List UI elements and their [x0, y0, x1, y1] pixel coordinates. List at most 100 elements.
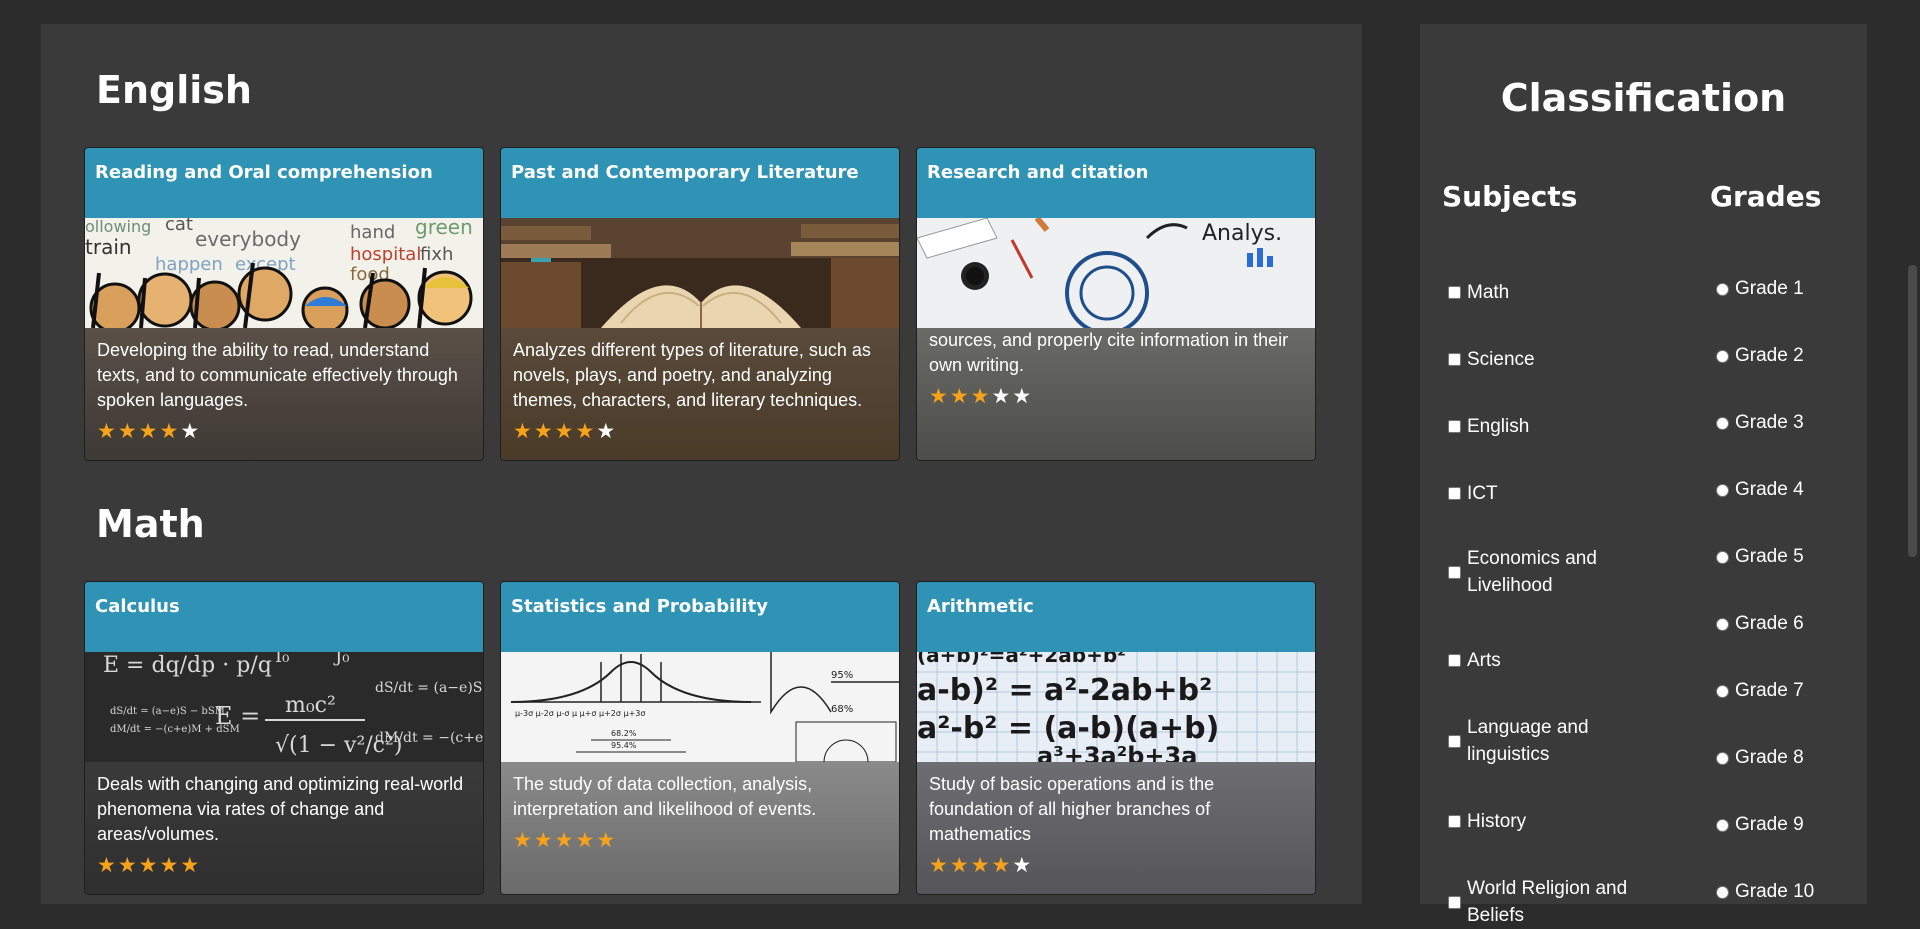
card-title: Past and Contemporary Literature [501, 148, 899, 218]
checkbox[interactable] [1448, 565, 1461, 579]
radio-button[interactable] [1716, 550, 1729, 564]
course-card-literature[interactable]: Past and Contemporary Literature Analyze… [500, 147, 900, 461]
checkbox[interactable] [1448, 734, 1461, 748]
scrollbar-thumb[interactable] [1908, 265, 1917, 557]
checkbox[interactable] [1448, 815, 1461, 828]
star-filled-icon: ★ [117, 420, 139, 443]
radio-button[interactable] [1716, 617, 1729, 631]
subject-checkbox-item[interactable]: Language and linguistics [1448, 714, 1638, 768]
grade-radio-item[interactable]: Grade 2 [1716, 345, 1804, 367]
grade-radio-item[interactable]: Grade 9 [1716, 814, 1804, 836]
grade-radio-item[interactable]: Grade 3 [1716, 412, 1804, 434]
classification-panel: Classification Subjects Grades Math Scien… [1420, 24, 1867, 926]
star-filled-icon: ★ [97, 420, 118, 443]
svg-text:μ-3σ μ-2σ μ-σ μ μ+σ μ+2σ μ+3: μ-3σ μ-2σ μ-σ μ μ+σ μ+2σ μ+3σ [515, 709, 645, 718]
grade-radio-item[interactable]: Grade 1 [1716, 278, 1804, 300]
star-empty-icon: ★ [596, 420, 618, 443]
card-description: Developing the ability to read, understa… [97, 340, 458, 410]
star-filled-icon: ★ [596, 829, 618, 852]
star-filled-icon: ★ [949, 385, 971, 408]
grade-radio-item[interactable]: Grade 4 [1716, 479, 1804, 501]
radio-button[interactable] [1716, 751, 1729, 765]
radio-button[interactable] [1716, 416, 1729, 430]
section-title-english: English [96, 68, 252, 112]
svg-text:E =: E = [215, 702, 260, 730]
subject-checkbox-item[interactable]: Science [1448, 346, 1638, 373]
grade-label: Grade 10 [1735, 881, 1815, 902]
subject-label: History [1467, 811, 1527, 832]
svg-text:(a+b)²=a²+2ab+b²: (a+b)²=a²+2ab+b² [917, 652, 1126, 667]
card-description: Study of basic operations and is the fou… [929, 774, 1215, 844]
svg-text:fixh: fixh [420, 244, 453, 265]
svg-text:J₀: J₀ [333, 652, 349, 667]
page-scrollbar[interactable] [1905, 0, 1920, 892]
rating-stars: ★★★★★ [929, 386, 1303, 408]
grade-label: Grade 9 [1735, 814, 1804, 835]
svg-text:cat: cat [165, 218, 193, 235]
card-body: Developing the ability to read, understa… [85, 328, 483, 460]
classification-title: Classification [1500, 76, 1787, 120]
star-filled-icon: ★ [970, 854, 992, 877]
grade-radio-item[interactable]: Grade 8 [1716, 747, 1804, 769]
card-title: Reading and Oral comprehension [85, 148, 483, 218]
grade-radio-item[interactable]: Grade 5 [1716, 546, 1804, 568]
course-card-statistics[interactable]: Statistics and Probability μ-3σ μ-2σ μ-σ… [500, 581, 900, 895]
svg-text:68.2%: 68.2% [611, 729, 637, 738]
radio-button[interactable] [1716, 282, 1729, 296]
subject-checkbox-item[interactable]: ICT [1448, 480, 1638, 507]
course-card-arithmetic[interactable]: Arithmetic (a+b)²=a²+2ab+b² a-b)² = a²-2… [916, 581, 1316, 895]
star-filled-icon: ★ [533, 420, 555, 443]
svg-text:happen: happen [155, 254, 223, 275]
checkbox[interactable] [1448, 353, 1461, 366]
subject-checkbox-item[interactable]: Arts [1448, 647, 1638, 674]
courses-panel: English Reading and Oral comprehension o… [41, 24, 1362, 904]
star-filled-icon: ★ [159, 420, 181, 443]
checkbox[interactable] [1448, 420, 1461, 433]
svg-text:dS/dt = (a−e)S − bSM: dS/dt = (a−e)S − bSM [110, 706, 225, 717]
grade-radio-item[interactable]: Grade 7 [1716, 680, 1804, 702]
checkbox[interactable] [1448, 895, 1461, 909]
subject-checkbox-item[interactable]: English [1448, 413, 1638, 440]
star-filled-icon: ★ [117, 854, 139, 877]
svg-text:dS/dt = (a−e)S: dS/dt = (a−e)S [375, 680, 482, 696]
checkbox[interactable] [1448, 654, 1461, 667]
checkbox[interactable] [1448, 487, 1461, 500]
star-filled-icon: ★ [949, 854, 971, 877]
card-body: Study of basic operations and is the fou… [917, 762, 1315, 894]
grades-heading: Grades [1710, 180, 1822, 213]
course-card-research[interactable]: Research and citation Analys. sources, a… [916, 147, 1316, 461]
course-card-reading[interactable]: Reading and Oral comprehension ollowing … [84, 147, 484, 461]
star-empty-icon: ★ [1012, 385, 1034, 408]
svg-text:dM/dt = −(c+e)M: dM/dt = −(c+e)M [375, 730, 483, 746]
star-empty-icon: ★ [991, 385, 1013, 408]
subject-label: English [1467, 416, 1530, 437]
card-title: Research and citation [917, 148, 1315, 218]
grade-label: Grade 4 [1735, 479, 1804, 500]
course-card-calculus[interactable]: Calculus E = dq/dp · p/q I₀ J₀ dS/dt = (a… [84, 581, 484, 895]
radio-button[interactable] [1716, 349, 1729, 363]
subject-label: Economics and Livelihood [1467, 548, 1597, 596]
star-empty-icon: ★ [1012, 854, 1034, 877]
star-filled-icon: ★ [575, 829, 597, 852]
grade-label: Grade 1 [1735, 278, 1804, 299]
grade-radio-item[interactable]: Grade 10 [1716, 881, 1814, 903]
radio-button[interactable] [1716, 483, 1729, 497]
svg-text:Analys.: Analys. [1202, 221, 1282, 246]
normal-distribution-image: μ-3σ μ-2σ μ-σ μ μ+σ μ+2σ μ+3σ 68.2% 95.4… [501, 652, 899, 762]
star-filled-icon: ★ [97, 854, 118, 877]
subject-checkbox-item[interactable]: Economics and Livelihood [1448, 545, 1638, 599]
equations-blackboard-image: E = dq/dp · p/q I₀ J₀ dS/dt = (a−e)S − bS… [85, 652, 483, 762]
checkbox[interactable] [1448, 286, 1461, 299]
radio-button[interactable] [1716, 684, 1729, 698]
subject-label: World Religion and Beliefs [1467, 878, 1628, 926]
subject-label: Arts [1467, 650, 1501, 671]
radio-button[interactable] [1716, 818, 1729, 832]
grade-radio-item[interactable]: Grade 6 [1716, 613, 1804, 635]
radio-button[interactable] [1716, 885, 1729, 899]
card-title: Arithmetic [917, 582, 1315, 652]
card-description: Analyzes different types of literature, … [513, 340, 871, 410]
subject-checkbox-item[interactable]: History [1448, 808, 1638, 835]
subject-checkbox-item[interactable]: Math [1448, 279, 1638, 306]
star-filled-icon: ★ [929, 385, 950, 408]
subject-checkbox-item[interactable]: World Religion and Beliefs [1448, 875, 1638, 929]
